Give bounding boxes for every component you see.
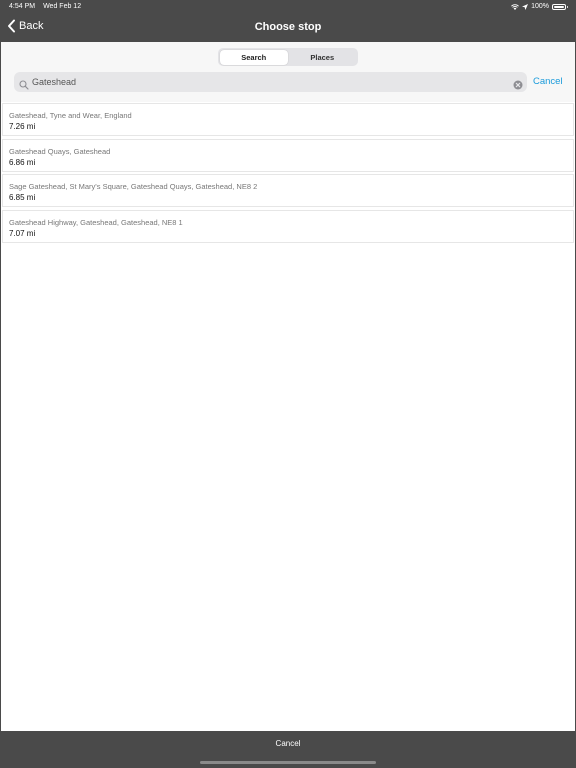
search-header: Search Places Cancel — [1, 42, 575, 102]
list-item[interactable]: Gateshead, Tyne and Wear, England 7.26 m… — [2, 103, 574, 136]
stop-distance: 7.26 mi — [9, 122, 36, 131]
screen: 4:54 PM Wed Feb 12 100% Back Choose stop… — [0, 0, 576, 768]
list-item[interactable]: Sage Gateshead, St Mary's Square, Gatesh… — [2, 174, 574, 207]
battery-fill — [554, 5, 564, 8]
cancel-button[interactable]: Cancel — [0, 739, 576, 748]
page-title: Choose stop — [254, 21, 322, 33]
list-item[interactable]: Gateshead Highway, Gateshead, Gateshead,… — [2, 209, 574, 243]
stop-distance: 6.86 mi — [9, 157, 36, 167]
status-bar: 4:54 PM Wed Feb 12 100% — [0, 0, 576, 13]
stop-name: Gateshead Highway, Gateshead, Gateshead,… — [9, 217, 183, 227]
segment-places[interactable]: Places — [288, 50, 357, 65]
segment-search[interactable]: Search — [219, 49, 288, 65]
stop-name: Sage Gateshead, St Mary's Square, Gatesh… — [9, 182, 258, 191]
home-indicator[interactable] — [200, 761, 376, 764]
search-input[interactable] — [32, 72, 502, 92]
search-field[interactable] — [14, 72, 527, 92]
nav-bar: Back Choose stop — [0, 13, 576, 42]
status-date: Wed Feb 12 — [43, 3, 82, 10]
bottom-bar: Cancel — [0, 731, 576, 768]
search-cancel-button[interactable]: Cancel — [533, 76, 563, 87]
stop-name: Gateshead Quays, Gateshead — [9, 146, 111, 156]
battery-percent: 100% — [531, 3, 549, 10]
stop-distance: 6.85 mi — [9, 193, 36, 202]
status-time: 4:54 PM — [9, 3, 36, 10]
search-icon — [19, 77, 29, 90]
wifi-icon — [511, 3, 520, 10]
content-sheet: Search Places Cancel — [1, 42, 575, 731]
status-right: 100% — [511, 3, 568, 10]
stop-distance: 7.07 mi — [9, 228, 36, 238]
results-list: Gateshead, Tyne and Wear, England 7.26 m… — [1, 103, 575, 245]
battery-icon — [552, 3, 568, 10]
segmented-control: Search Places — [218, 48, 358, 66]
stop-name: Gateshead, Tyne and Wear, England — [9, 111, 132, 120]
clear-icon[interactable] — [513, 77, 523, 90]
location-icon — [522, 3, 529, 10]
list-item[interactable]: Gateshead Quays, Gateshead 6.86 mi — [2, 138, 574, 172]
status-left: 4:54 PM Wed Feb 12 — [9, 3, 81, 10]
